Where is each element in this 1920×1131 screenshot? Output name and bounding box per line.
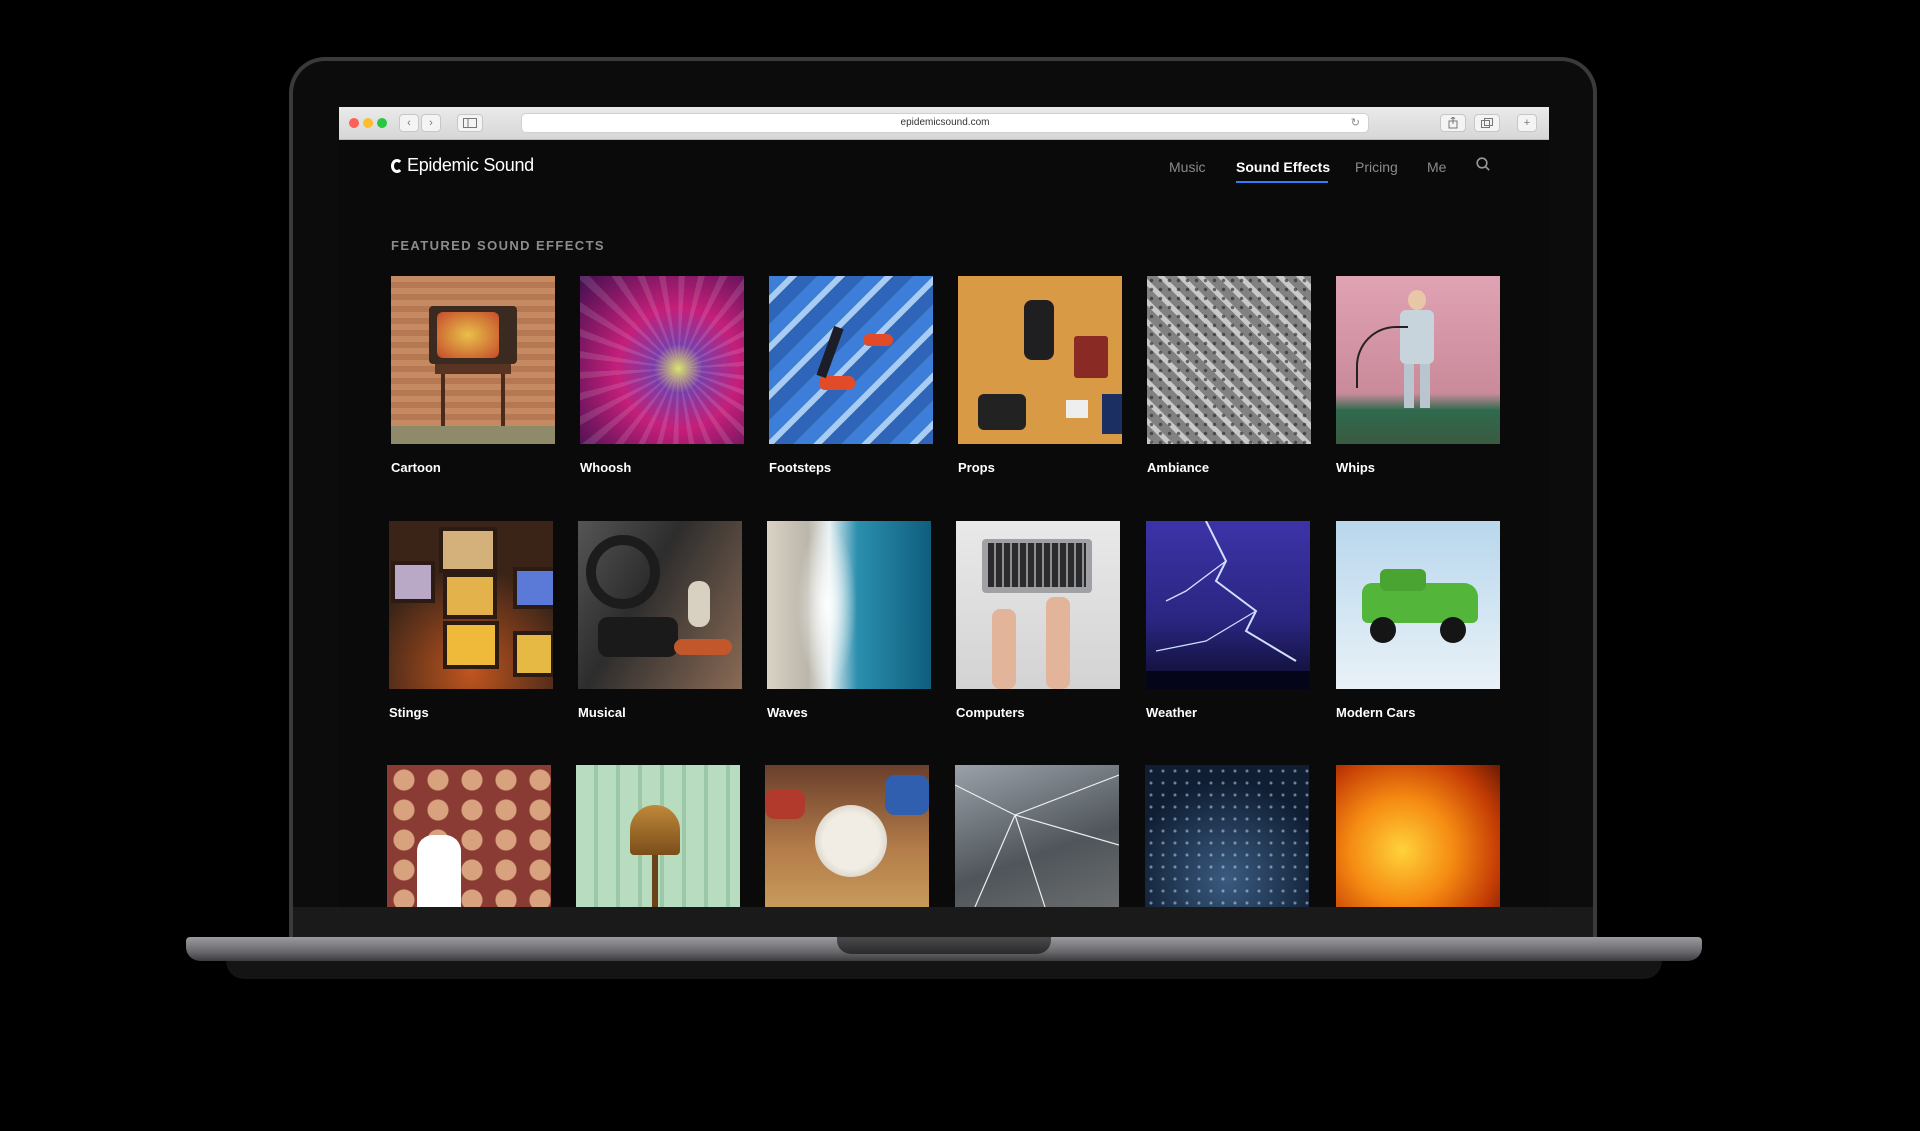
tabs-button[interactable] [1474,114,1500,132]
category-card-stings[interactable]: Stings [389,521,553,720]
new-tab-button[interactable]: + [1517,114,1537,132]
category-card-water[interactable] [1145,765,1309,907]
browser-toolbar: ‹ › epidemicsound.com ↻ + [339,107,1549,140]
category-label: Footsteps [769,460,832,475]
category-label: Ambiance [1147,460,1210,475]
tabs-icon [1481,118,1493,128]
category-card-weather[interactable]: Weather [1146,521,1310,720]
zoom-window-button[interactable] [377,118,387,128]
category-card-footsteps[interactable]: Footsteps [769,276,933,475]
epidemic-sound-logo[interactable]: Epidemic Sound [391,155,534,176]
category-card-computers[interactable]: Computers [956,521,1120,720]
category-thumbnail [1146,521,1310,689]
chevron-right-icon: › [429,117,433,129]
laptop-notch [837,937,1051,954]
category-label: Whips [1336,460,1375,475]
category-card-bell[interactable] [576,765,740,907]
url-text: epidemicsound.com [900,117,990,128]
category-thumbnail [1336,521,1500,689]
category-thumbnail [955,765,1119,907]
category-card-whips[interactable]: Whips [1336,276,1500,475]
share-button[interactable] [1440,114,1466,132]
nav-active-indicator [1236,181,1328,183]
cracked-glass-art [955,774,1119,907]
logo-mark-icon [391,158,403,173]
category-card-whoosh[interactable]: Whoosh [580,276,744,475]
nav-me[interactable]: Me [1427,159,1446,175]
category-label: Weather [1146,705,1198,720]
nav-pricing[interactable]: Pricing [1355,159,1398,175]
forward-button[interactable]: › [421,114,441,132]
category-thumbnail [389,521,553,689]
category-thumbnail [391,276,555,444]
category-thumbnail [769,276,933,444]
lightning-art [1155,521,1297,662]
category-thumbnail [765,765,929,907]
category-label: Whoosh [580,460,632,475]
minimize-window-button[interactable] [363,118,373,128]
category-card-props[interactable]: Props [958,276,1122,475]
reload-icon[interactable]: ↻ [1351,114,1360,132]
logo-text: Epidemic Sound [407,155,534,175]
category-thumbnail [1145,765,1309,907]
category-label: Computers [956,705,1025,720]
chevron-left-icon: ‹ [407,117,411,129]
category-thumbnail [578,521,742,689]
browser-window: ‹ › epidemicsound.com ↻ + Epidemic Sound… [339,107,1549,907]
category-label: Musical [578,705,626,720]
category-thumbnail [1147,276,1311,444]
address-bar[interactable]: epidemicsound.com ↻ [521,113,1369,133]
search-icon[interactable] [1476,157,1490,171]
sidebar-icon [463,118,477,128]
category-label: Modern Cars [1336,705,1416,720]
category-label: Props [958,460,995,475]
sidebar-button[interactable] [457,114,483,132]
category-thumbnail [580,276,744,444]
category-thumbnail [767,521,931,689]
laptop-shadow [226,961,1662,979]
category-thumbnail [1336,276,1500,444]
category-card-football[interactable] [765,765,929,907]
category-thumbnail [1336,765,1500,907]
category-thumbnail [576,765,740,907]
nav-music[interactable]: Music [1169,159,1206,175]
category-thumbnail [956,521,1120,689]
category-card-glass[interactable] [955,765,1119,907]
category-card-crowd[interactable] [387,765,551,907]
category-card-cartoon[interactable]: Cartoon [391,276,555,475]
category-thumbnail [387,765,551,907]
nav-sound-effects[interactable]: Sound Effects [1236,159,1330,175]
category-card-modern-cars[interactable]: Modern Cars [1336,521,1500,720]
category-label: Cartoon [391,460,441,475]
category-card-musical[interactable]: Musical [578,521,742,720]
category-card-ambiance[interactable]: Ambiance [1147,276,1311,475]
share-icon [1448,116,1458,129]
category-card-waves[interactable]: Waves [767,521,931,720]
category-thumbnail [958,276,1122,444]
category-card-fire[interactable] [1336,765,1500,907]
section-title: FEATURED SOUND EFFECTS [391,238,606,253]
category-label: Waves [767,705,808,720]
category-label: Stings [389,705,429,720]
close-window-button[interactable] [349,118,359,128]
back-button[interactable]: ‹ [399,114,419,132]
laptop-bezel [293,907,1593,937]
